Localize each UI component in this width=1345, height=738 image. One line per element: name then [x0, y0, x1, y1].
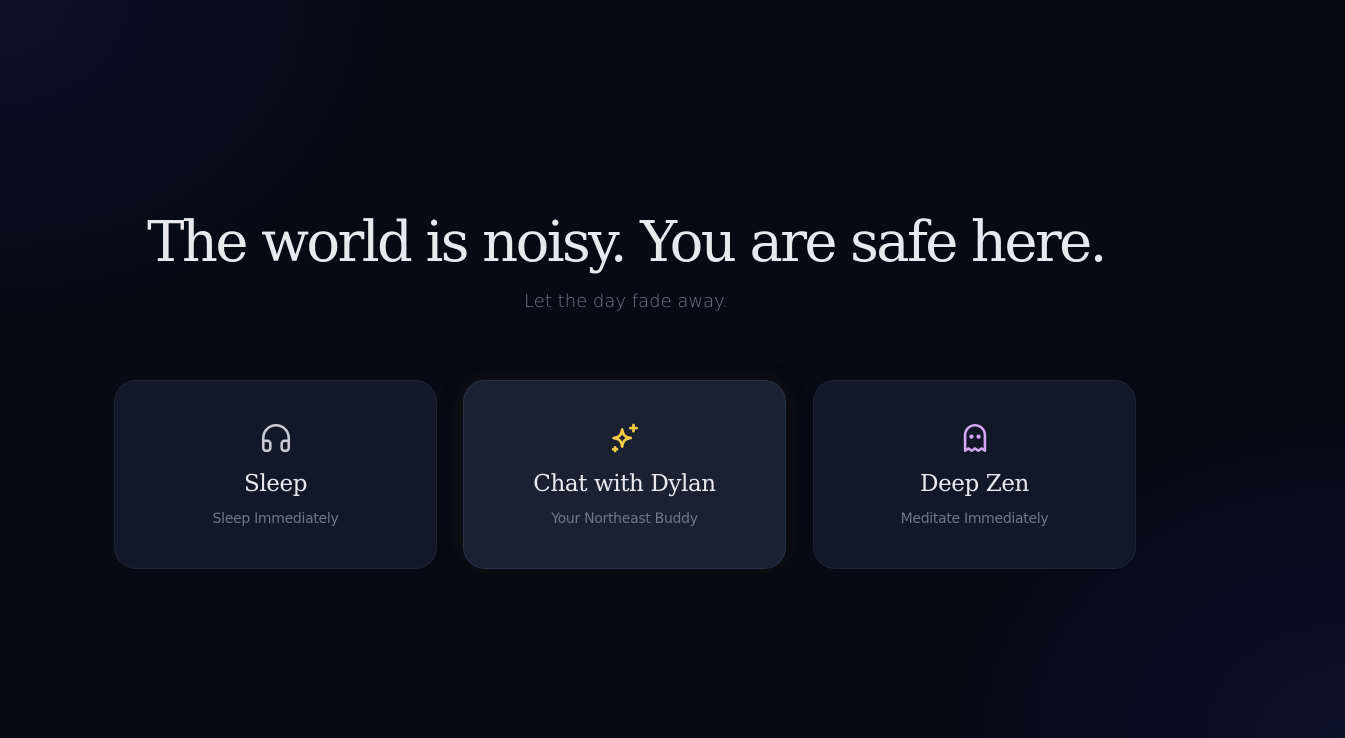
sleep-card-description: Sleep Immediately — [212, 511, 339, 527]
deep-zen-card[interactable]: Deep Zen Meditate Immediately — [813, 380, 1136, 569]
sleep-card[interactable]: Sleep Sleep Immediately — [114, 380, 437, 569]
ghost-icon — [958, 421, 992, 455]
sleep-card-title: Sleep — [243, 471, 308, 497]
headphones-icon — [259, 421, 293, 455]
chat-with-dylan-card[interactable]: Chat with Dylan Your Northeast Buddy — [463, 380, 786, 569]
deep-zen-card-description: Meditate Immediately — [900, 511, 1049, 527]
hero-headline: The world is noisy. You are safe here. — [147, 210, 1107, 275]
deep-zen-card-title: Deep Zen — [920, 471, 1029, 497]
hero-subline: Let the day fade away. — [524, 291, 728, 312]
chat-with-dylan-card-title: Chat with Dylan — [533, 471, 716, 497]
sparkles-icon — [608, 421, 642, 455]
chat-with-dylan-card-description: Your Northeast Buddy — [551, 511, 698, 527]
